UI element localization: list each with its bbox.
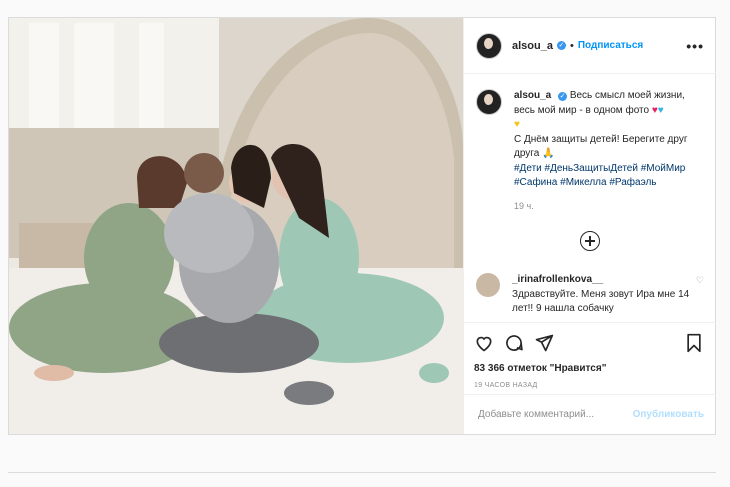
share-icon[interactable] — [534, 333, 554, 353]
follow-button[interactable]: Подписаться — [578, 40, 643, 51]
likes-count[interactable]: 83 366 отметок "Нравится" — [474, 363, 706, 374]
post-photo[interactable] — [9, 18, 463, 434]
caption-avatar[interactable] — [476, 89, 502, 115]
caption-time: 19 ч. — [514, 200, 534, 211]
post-header: alsou_a ✓ • Подписаться ••• — [464, 18, 716, 74]
add-comment-bar: Опубликовать — [464, 394, 716, 434]
comment-icon[interactable] — [504, 333, 524, 353]
comments-section: alsou_a ✓ Весь смысл моей жизни, весь мо… — [464, 75, 716, 321]
hashtags[interactable]: #Дети #ДеньЗащитыДетей #МойМир #Сафина #… — [514, 163, 685, 189]
comment-text: _irinafrollenkova__ Здравствуйте. Меня з… — [512, 273, 696, 317]
verified-icon: ✓ — [556, 41, 566, 50]
instagram-post: alsou_a ✓ • Подписаться ••• alsou_a ✓ Ве… — [8, 17, 716, 435]
comment-username[interactable]: _irinafrollenkova__ — [512, 274, 603, 285]
caption-text: alsou_a ✓ Весь смысл моей жизни, весь мо… — [514, 89, 704, 213]
caption: alsou_a ✓ Весь смысл моей жизни, весь мо… — [476, 89, 704, 213]
comment-input[interactable] — [476, 408, 633, 421]
plus-circle-icon[interactable] — [580, 231, 600, 251]
bookmark-icon[interactable] — [684, 333, 704, 353]
posted-time: 19 ЧАСОВ НАЗАД — [474, 382, 538, 389]
more-icon[interactable]: ••• — [686, 38, 704, 54]
caption-username[interactable]: alsou_a — [514, 90, 551, 101]
separator-dot: • — [569, 39, 574, 52]
page-divider — [8, 472, 716, 473]
praying-hands-emoji-icon: 🙏 — [542, 148, 555, 159]
verified-icon: ✓ — [558, 92, 568, 101]
comment-body: Здравствуйте. Меня зовут Ира мне 14 лет!… — [512, 288, 690, 315]
username[interactable]: alsou_a — [512, 40, 553, 52]
caption-line2: С Днём защиты детей! Берегите друг друга — [514, 133, 688, 160]
comment-item: _irinafrollenkova__ Здравствуйте. Меня з… — [476, 273, 704, 317]
comment-like-icon[interactable]: ♡ — [696, 273, 704, 317]
comment-avatar[interactable] — [476, 273, 500, 297]
post-sidebar: alsou_a ✓ • Подписаться ••• alsou_a ✓ Ве… — [463, 18, 716, 434]
blue-heart-emoji-icon: ♥ — [657, 104, 664, 116]
publish-button[interactable]: Опубликовать — [633, 409, 704, 420]
avatar[interactable] — [476, 32, 502, 59]
yellow-heart-emoji-icon: ♥ — [514, 119, 520, 130]
heart-icon[interactable] — [474, 333, 494, 353]
